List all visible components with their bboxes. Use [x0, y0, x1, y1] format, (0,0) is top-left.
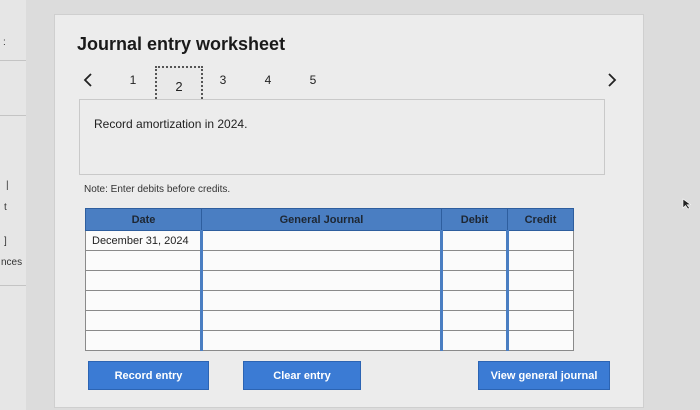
debit-cell[interactable] [440, 230, 508, 251]
debit-input[interactable] [443, 311, 506, 330]
debit-cell[interactable] [440, 250, 508, 271]
account-input[interactable] [203, 251, 440, 270]
pager-prev-button[interactable] [79, 70, 97, 90]
strip-fragment: t [4, 202, 7, 213]
date-cell [85, 270, 202, 291]
credit-input[interactable] [509, 291, 573, 310]
account-cell[interactable] [200, 290, 442, 311]
credit-cell[interactable] [506, 310, 574, 331]
account-input[interactable] [203, 271, 440, 290]
chevron-left-icon [83, 73, 92, 87]
pager-next-button[interactable] [603, 70, 621, 90]
account-cell[interactable] [200, 230, 442, 251]
column-header-general-journal: General Journal [201, 208, 442, 231]
table-row [85, 270, 574, 291]
page-title: Journal entry worksheet [77, 34, 286, 54]
credit-cell[interactable] [506, 250, 574, 271]
pager-page-3[interactable]: 3 [216, 73, 230, 87]
debit-cell[interactable] [440, 270, 508, 291]
table-row [85, 290, 574, 311]
strip-fragment: | [6, 180, 9, 191]
mouse-cursor-icon [682, 198, 692, 210]
credit-input[interactable] [509, 331, 573, 350]
date-cell [85, 290, 202, 311]
date-cell [85, 310, 202, 331]
account-input[interactable] [203, 311, 440, 330]
credit-cell[interactable] [506, 230, 574, 251]
journal-worksheet-panel: Journal entry worksheet 1 2 3 4 5 Record… [54, 14, 644, 408]
date-cell [85, 250, 202, 271]
credit-cell[interactable] [506, 270, 574, 291]
column-header-credit: Credit [507, 208, 574, 231]
account-input[interactable] [203, 291, 440, 310]
table-row [85, 250, 574, 271]
credit-input[interactable] [509, 231, 573, 250]
credit-input[interactable] [509, 251, 573, 270]
credit-cell[interactable] [506, 290, 574, 311]
debit-input[interactable] [443, 291, 506, 310]
pager-page-5[interactable]: 5 [306, 73, 320, 87]
journal-table: Date General Journal Debit Credit Decemb… [85, 208, 574, 351]
pager-page-1[interactable]: 1 [126, 73, 140, 87]
view-general-journal-button[interactable]: View general journal [478, 361, 610, 390]
account-input[interactable] [203, 231, 440, 250]
debit-cell[interactable] [440, 290, 508, 311]
debit-input[interactable] [443, 251, 506, 270]
debit-input[interactable] [443, 331, 506, 350]
left-sidebar-strip: : | t ] nces [0, 0, 26, 410]
chevron-right-icon [608, 73, 617, 87]
date-cell: December 31, 2024 [85, 230, 202, 251]
strip-fragment: nces [1, 257, 23, 268]
strip-fragment: ] [4, 236, 7, 247]
debit-cell[interactable] [440, 310, 508, 331]
table-row [85, 330, 574, 351]
debit-input[interactable] [443, 231, 506, 250]
note-text: Note: Enter debits before credits. [84, 184, 231, 195]
pager-page-4[interactable]: 4 [261, 73, 275, 87]
strip-fragment: : [3, 37, 6, 48]
strip-divider [0, 285, 26, 286]
strip-divider [0, 60, 26, 61]
debit-input[interactable] [443, 271, 506, 290]
debit-cell[interactable] [440, 330, 508, 351]
record-entry-button[interactable]: Record entry [88, 361, 209, 390]
instruction-text: Record amortization in 2024. [94, 117, 248, 131]
column-header-debit: Debit [441, 208, 508, 231]
table-row [85, 310, 574, 331]
account-cell[interactable] [200, 330, 442, 351]
column-header-date: Date [85, 208, 202, 231]
account-input[interactable] [203, 331, 440, 350]
pager-current-label: 2 [175, 78, 183, 94]
instruction-box: Record amortization in 2024. [79, 99, 605, 175]
table-row: December 31, 2024 [85, 230, 574, 251]
account-cell[interactable] [200, 250, 442, 271]
account-cell[interactable] [200, 310, 442, 331]
credit-input[interactable] [509, 311, 573, 330]
strip-divider [0, 115, 26, 116]
credit-cell[interactable] [506, 330, 574, 351]
date-cell [85, 330, 202, 351]
table-header-row: Date General Journal Debit Credit [85, 208, 574, 231]
credit-input[interactable] [509, 271, 573, 290]
clear-entry-button[interactable]: Clear entry [243, 361, 361, 390]
account-cell[interactable] [200, 270, 442, 291]
